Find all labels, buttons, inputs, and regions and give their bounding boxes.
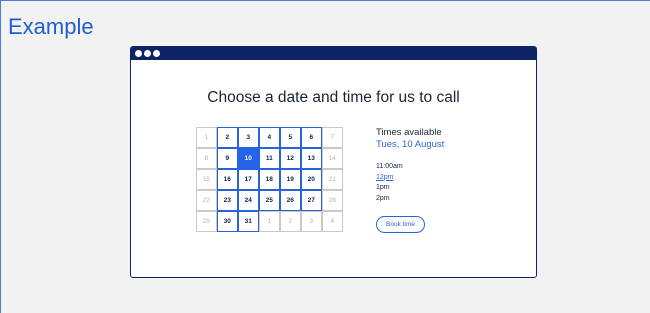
browser-window: Choose a date and time for us to call 12… xyxy=(130,46,537,278)
time-slot[interactable]: 2pm xyxy=(376,194,444,205)
calendar-day: 21 xyxy=(321,168,343,190)
page-title: Choose a date and time for us to call xyxy=(207,89,460,106)
calendar-day[interactable]: 9 xyxy=(216,147,238,169)
calendar-day: 22 xyxy=(195,189,217,211)
calendar-day[interactable]: 17 xyxy=(237,168,259,190)
times-panel: Times available Tues, 10 August 11:00am 1… xyxy=(376,127,444,233)
calendar-day[interactable]: 12 xyxy=(279,147,301,169)
calendar-day[interactable]: 27 xyxy=(300,189,322,211)
window-titlebar xyxy=(131,47,536,60)
calendar-day: 3 xyxy=(300,210,322,232)
calendar-day-selected[interactable]: 10 xyxy=(237,147,259,169)
calendar-day[interactable]: 24 xyxy=(237,189,259,211)
calendar-day[interactable]: 2 xyxy=(216,126,238,148)
calendar-day: 7 xyxy=(321,126,343,148)
calendar-day: 8 xyxy=(195,147,217,169)
calendar-day[interactable]: 16 xyxy=(216,168,238,190)
calendar-grid: 1 2 3 4 5 6 7 8 9 10 11 12 13 14 15 16 17 18 19 20 21 22 23 24 2… xyxy=(195,126,343,232)
calendar-day: 4 xyxy=(321,210,343,232)
calendar-day[interactable]: 3 xyxy=(237,126,259,148)
time-slot[interactable]: 1pm xyxy=(376,183,444,194)
calendar-day[interactable]: 18 xyxy=(258,168,280,190)
calendar-day[interactable]: 5 xyxy=(279,126,301,148)
calendar-day: 1 xyxy=(195,126,217,148)
page-heading: Example xyxy=(8,14,94,39)
times-title: Times available xyxy=(376,127,442,138)
calendar-day[interactable]: 31 xyxy=(237,210,259,232)
calendar-day: 15 xyxy=(195,168,217,190)
time-slot[interactable]: 12pm xyxy=(376,173,444,184)
window-dot-icon xyxy=(153,50,160,57)
window-dot-icon xyxy=(135,50,142,57)
calendar-day: 14 xyxy=(321,147,343,169)
time-slot[interactable]: 11:00am xyxy=(376,162,444,173)
calendar-day[interactable]: 25 xyxy=(258,189,280,211)
window-dot-icon xyxy=(144,50,151,57)
calendar-day[interactable]: 26 xyxy=(279,189,301,211)
calendar-day: 28 xyxy=(321,189,343,211)
calendar-day[interactable]: 6 xyxy=(300,126,322,148)
calendar-day[interactable]: 19 xyxy=(279,168,301,190)
book-time-button[interactable]: Book time xyxy=(376,216,425,233)
calendar-day[interactable]: 4 xyxy=(258,126,280,148)
selected-date: Tues, 10 August xyxy=(376,139,445,150)
calendar-day: 1 xyxy=(258,210,280,232)
calendar-day: 2 xyxy=(279,210,301,232)
calendar-day: 29 xyxy=(195,210,217,232)
calendar-day[interactable]: 20 xyxy=(300,168,322,190)
calendar-day[interactable]: 13 xyxy=(300,147,322,169)
calendar-day[interactable]: 23 xyxy=(216,189,238,211)
time-slot-list: 11:00am 12pm 1pm 2pm xyxy=(376,162,444,204)
calendar-day[interactable]: 30 xyxy=(216,210,238,232)
calendar-day[interactable]: 11 xyxy=(258,147,280,169)
